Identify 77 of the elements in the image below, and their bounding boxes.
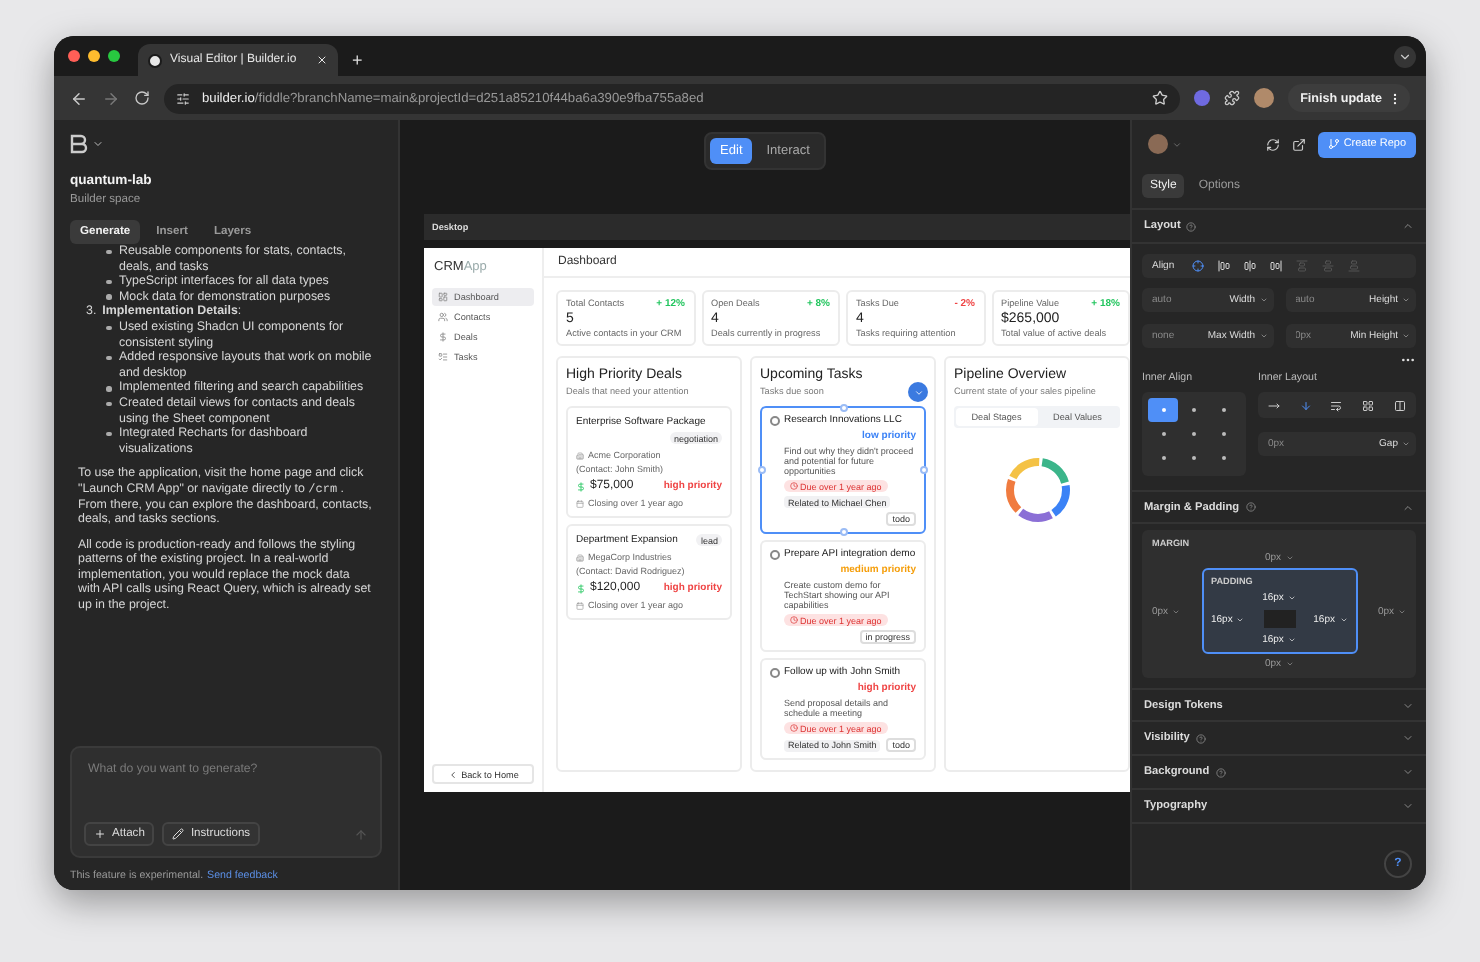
bullet-icon xyxy=(106,431,111,437)
crosshair-icon[interactable] xyxy=(1192,260,1205,272)
task-checkbox[interactable] xyxy=(770,667,780,677)
align-center-icon[interactable] xyxy=(1244,260,1257,272)
clock-icon xyxy=(790,724,798,732)
new-tab-button[interactable]: + xyxy=(352,50,363,70)
dollar-icon xyxy=(438,332,448,342)
reload-icon[interactable] xyxy=(134,90,150,106)
bullet-icon xyxy=(106,294,111,300)
send-icon[interactable] xyxy=(354,827,368,841)
dollar-icon xyxy=(576,481,586,491)
people-icon xyxy=(438,312,448,322)
task-checkbox[interactable] xyxy=(770,415,780,425)
help-icon[interactable] xyxy=(1245,502,1256,512)
grid-icon[interactable] xyxy=(1362,399,1375,411)
sync-icon[interactable] xyxy=(1265,137,1280,151)
align-right-icon[interactable] xyxy=(1270,260,1283,272)
resize-handle[interactable] xyxy=(839,528,847,536)
extension-icon[interactable] xyxy=(1194,90,1211,106)
bullet-icon xyxy=(106,355,111,361)
bullet-icon xyxy=(106,386,111,392)
chevron-down-icon xyxy=(913,387,923,397)
clock-icon xyxy=(790,482,798,490)
back-icon[interactable] xyxy=(70,89,88,107)
calendar-icon xyxy=(576,499,584,507)
clock-icon xyxy=(790,616,798,624)
help-icon[interactable] xyxy=(1195,733,1206,743)
building-icon xyxy=(576,553,584,561)
arrow-right-icon[interactable] xyxy=(1267,399,1280,411)
chevron-down-icon[interactable] xyxy=(1172,139,1182,149)
sliders-icon[interactable] xyxy=(176,91,190,105)
building-icon xyxy=(576,451,584,459)
donut-chart xyxy=(1001,454,1073,526)
chevron-down-icon[interactable] xyxy=(1402,732,1414,744)
help-icon[interactable] xyxy=(1186,221,1197,231)
align-cell[interactable] xyxy=(1148,398,1179,422)
task-checkbox[interactable] xyxy=(770,549,780,559)
bullet-icon xyxy=(106,325,111,331)
help-icon[interactable] xyxy=(1215,767,1226,777)
bullet-icon xyxy=(106,249,111,255)
chevron-up-icon[interactable] xyxy=(1402,220,1414,232)
dashboard-icon xyxy=(438,292,448,302)
chevron-down-icon[interactable] xyxy=(1402,800,1414,812)
external-link-icon[interactable] xyxy=(1291,137,1306,151)
chevron-left-icon xyxy=(447,769,458,779)
bullet-icon xyxy=(106,401,111,407)
chevron-down-icon[interactable] xyxy=(1402,699,1414,711)
puzzle-icon[interactable] xyxy=(1224,90,1241,106)
arrow-down-icon[interactable] xyxy=(1299,399,1312,411)
wrap-icon[interactable] xyxy=(1330,399,1343,411)
columns-icon[interactable] xyxy=(1394,399,1407,411)
kebab-icon xyxy=(1388,91,1402,105)
branch-icon xyxy=(1327,138,1340,150)
logo-icon[interactable] xyxy=(70,134,88,154)
favicon-icon xyxy=(148,53,162,67)
resize-handle[interactable] xyxy=(758,466,766,474)
dollar-icon xyxy=(576,583,586,593)
align-left-icon[interactable] xyxy=(1218,260,1231,272)
pencil-icon xyxy=(172,828,185,840)
forward-icon[interactable] xyxy=(102,89,120,107)
checklist-icon xyxy=(438,352,448,362)
resize-handle[interactable] xyxy=(839,404,847,412)
chevron-down-icon[interactable] xyxy=(92,138,104,150)
tab-menu-button[interactable] xyxy=(1394,45,1416,67)
plus-icon xyxy=(94,828,106,840)
chevron-down-icon[interactable] xyxy=(1402,766,1414,778)
content-box xyxy=(1263,610,1295,628)
chevron-down-icon xyxy=(1398,49,1412,63)
profile-avatar[interactable] xyxy=(1254,88,1275,108)
resize-handle[interactable] xyxy=(920,466,928,474)
bookmark-star-icon[interactable] xyxy=(1152,90,1169,106)
chevron-button[interactable] xyxy=(908,382,928,402)
calendar-icon xyxy=(576,601,584,609)
chevron-up-icon[interactable] xyxy=(1402,501,1414,513)
bullet-icon xyxy=(106,279,111,285)
close-icon[interactable] xyxy=(316,54,328,66)
user-avatar[interactable] xyxy=(1148,134,1168,154)
